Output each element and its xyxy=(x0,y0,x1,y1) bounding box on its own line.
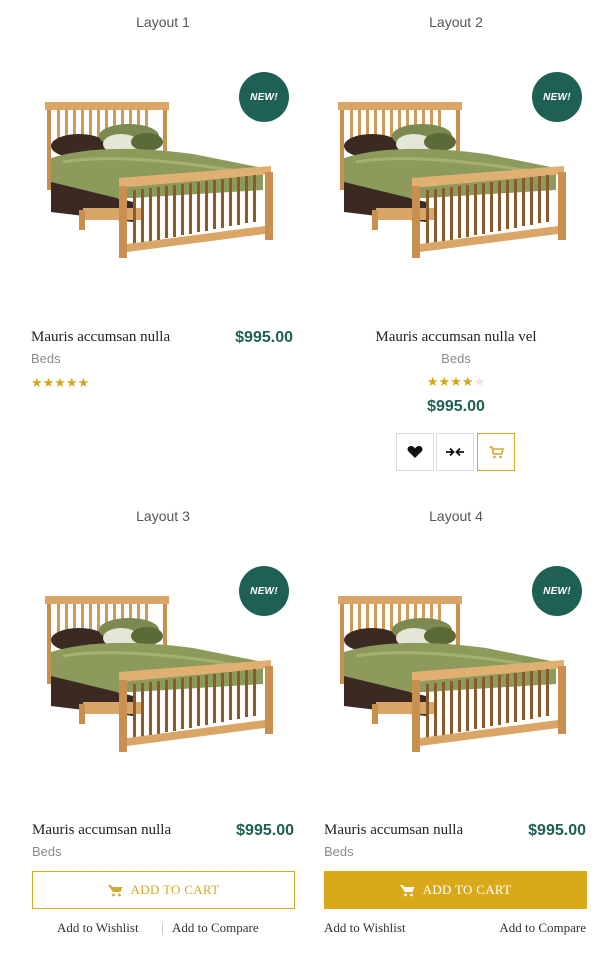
bed-image xyxy=(336,102,568,260)
new-badge: NEW! xyxy=(532,566,582,616)
product-image[interactable]: NEW! xyxy=(27,54,299,314)
add-to-wishlist-link[interactable]: Add to Wishlist xyxy=(57,920,139,936)
product-card-layout-1: Layout 1 NEW! Mauris accumsan nulla $995… xyxy=(27,14,299,414)
product-image[interactable]: NEW! xyxy=(27,548,299,808)
new-badge: NEW! xyxy=(239,566,289,616)
add-to-compare-link[interactable]: Add to Compare xyxy=(499,920,586,936)
add-to-cart-label: ADD TO CART xyxy=(422,882,512,897)
bed-image xyxy=(336,596,568,754)
product-card-layout-4: Layout 4 NEW! Mauris accumsan nulla $995… xyxy=(320,508,592,948)
product-name[interactable]: Mauris accumsan nulla xyxy=(324,822,463,839)
cart-icon xyxy=(489,445,504,458)
layout-title: Layout 2 xyxy=(429,14,483,30)
add-to-compare-link[interactable]: Add to Compare xyxy=(172,920,259,936)
heart-icon xyxy=(407,446,423,458)
product-price: $995.00 xyxy=(235,329,293,346)
product-card-layout-2: Layout 2 NEW! Mauris accumsan nulla vel … xyxy=(320,14,592,484)
wishlist-button[interactable] xyxy=(396,433,434,471)
link-separator xyxy=(162,923,163,935)
layout-title: Layout 1 xyxy=(136,14,190,30)
product-price: $995.00 xyxy=(236,822,294,839)
product-name[interactable]: Mauris accumsan nulla xyxy=(31,329,170,346)
bed-image xyxy=(43,102,275,260)
add-to-cart-button[interactable]: ADD TO CART xyxy=(32,871,295,909)
add-to-cart-button[interactable] xyxy=(477,433,515,471)
product-price: $995.00 xyxy=(528,822,586,839)
product-category[interactable]: Beds xyxy=(324,844,354,859)
add-to-cart-label: ADD TO CART xyxy=(130,882,220,897)
star-rating: ★★★★★ xyxy=(31,375,90,390)
product-category[interactable]: Beds xyxy=(320,351,592,366)
product-price: $995.00 xyxy=(427,398,485,415)
layout-title: Layout 4 xyxy=(429,508,483,524)
compare-button[interactable] xyxy=(436,433,474,471)
new-badge: NEW! xyxy=(239,72,289,122)
product-name[interactable]: Mauris accumsan nulla vel xyxy=(320,329,592,346)
add-to-cart-button[interactable]: ADD TO CART xyxy=(324,871,587,909)
layout-title: Layout 3 xyxy=(136,508,190,524)
compare-arrows-icon xyxy=(446,447,464,457)
bed-image xyxy=(43,596,275,754)
product-image[interactable]: NEW! xyxy=(320,54,592,314)
product-image[interactable]: NEW! xyxy=(320,548,592,808)
star-rating: ★★★★★ xyxy=(426,374,486,389)
product-name[interactable]: Mauris accumsan nulla xyxy=(32,822,171,839)
cart-icon xyxy=(399,884,415,896)
cart-icon xyxy=(107,884,123,896)
new-badge: NEW! xyxy=(532,72,582,122)
product-category[interactable]: Beds xyxy=(31,351,61,366)
product-category[interactable]: Beds xyxy=(32,844,62,859)
product-card-layout-3: Layout 3 NEW! Mauris accumsan nulla $995… xyxy=(27,508,299,948)
add-to-wishlist-link[interactable]: Add to Wishlist xyxy=(324,920,406,936)
